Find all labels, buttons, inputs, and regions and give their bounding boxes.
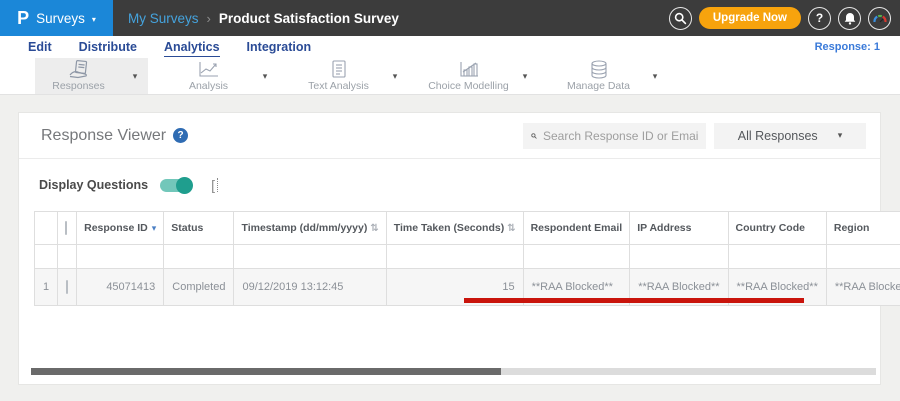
choice-modelling-dropdown-caret[interactable]: ▾: [512, 58, 538, 94]
toolbar-item-analysis[interactable]: Analysis: [165, 58, 252, 94]
sort-both-icon[interactable]: ⇅: [507, 223, 515, 234]
toolbar-item-choice-modelling[interactable]: Choice Modelling: [425, 58, 512, 94]
upgrade-now-button[interactable]: Upgrade Now: [698, 7, 801, 29]
analysis-dropdown-caret[interactable]: ▾: [252, 58, 278, 94]
hand-document-icon: [67, 60, 91, 79]
redaction-highlight-annotation: [464, 298, 804, 303]
toolbar-group-text-analysis: Text Analysis ▾: [295, 58, 408, 94]
tab-edit[interactable]: Edit: [28, 38, 52, 56]
responses-table: Response ID ▾ Status Timestamp (dd/mm/yyy…: [33, 211, 900, 306]
cell-status: Completed: [163, 268, 235, 306]
tab-distribute[interactable]: Distribute: [79, 38, 137, 56]
cell-row-number: 1: [33, 268, 59, 306]
horizontal-scrollbar-track[interactable]: [31, 368, 876, 375]
cell-timestamp: 09/12/2019 13:12:45: [233, 268, 387, 306]
filter-cell[interactable]: [76, 244, 165, 269]
display-questions-label: Display Questions: [39, 178, 149, 192]
header-actions: Upgrade Now ?: [668, 6, 900, 30]
page-title: Response Viewer: [41, 126, 167, 144]
database-icon: [587, 60, 611, 79]
display-questions-toggle[interactable]: [160, 176, 194, 194]
card-header: Response Viewer ? All Responses ▾: [19, 113, 880, 159]
response-search-box[interactable]: [523, 122, 706, 149]
display-questions-row: Display Questions [: [19, 159, 880, 211]
analytics-toolbar: Responses ▾ Analysis ▾ Text Analysis ▾ C…: [0, 58, 900, 95]
filter-cell[interactable]: [727, 244, 827, 269]
help-button[interactable]: ?: [808, 6, 831, 30]
bell-icon: [844, 12, 855, 25]
bar-chart-icon: [457, 60, 481, 79]
response-viewer-card: Response Viewer ? All Responses ▾ Displa…: [18, 112, 900, 385]
questionpro-logo: P: [17, 8, 30, 28]
text-analysis-dropdown-caret[interactable]: ▾: [382, 58, 408, 94]
product-menu-label: Surveys: [36, 10, 85, 26]
header-row-number: [33, 211, 59, 245]
toolbar-item-responses[interactable]: Responses: [35, 58, 122, 94]
table-header-row: Response ID ▾ Status Timestamp (dd/mm/yyy…: [33, 211, 900, 245]
header-respondent-email: Respondent Email: [522, 211, 631, 245]
document-text-icon: [327, 60, 351, 79]
header-ip-address: IP Address: [629, 211, 729, 245]
tab-analytics[interactable]: Analytics: [163, 38, 220, 57]
cell-select: [57, 268, 78, 306]
toolbar-item-manage-data[interactable]: Manage Data: [555, 58, 642, 94]
filter-cell[interactable]: [629, 244, 729, 269]
response-viewer-help-icon[interactable]: ?: [173, 128, 189, 143]
chevron-down-icon: ▾: [91, 14, 96, 24]
gauge-icon: [872, 14, 887, 22]
header-select-all: [57, 211, 78, 245]
table-filter-row: [33, 244, 900, 269]
filter-cell[interactable]: [825, 244, 900, 269]
sort-both-icon[interactable]: ⇅: [370, 223, 378, 234]
search-input[interactable]: [543, 128, 698, 143]
filter-cell[interactable]: [163, 244, 235, 269]
notifications-button[interactable]: [838, 6, 861, 30]
row-checkbox[interactable]: [66, 280, 69, 294]
breadcrumb-my-surveys[interactable]: My Surveys: [128, 11, 199, 26]
responses-dropdown-caret[interactable]: ▾: [122, 58, 148, 94]
toggle-knob: [176, 176, 194, 194]
top-header-bar: P Surveys ▾ My Surveys › Product Satisfa…: [0, 0, 900, 36]
header-timestamp[interactable]: Timestamp (dd/mm/yyyy) ⇅: [233, 211, 387, 245]
filter-cell[interactable]: [522, 244, 631, 269]
response-count-badge: Response: 1: [814, 41, 880, 53]
breadcrumb: My Surveys › Product Satisfaction Survey: [128, 11, 399, 26]
tab-integration[interactable]: Integration: [247, 38, 312, 56]
manage-data-dropdown-caret[interactable]: ▾: [642, 58, 668, 94]
line-chart-icon: [197, 60, 221, 79]
toolbar-group-manage-data: Manage Data ▾: [555, 58, 668, 94]
toolbar-group-analysis: Analysis ▾: [165, 58, 278, 94]
responses-filter-dropdown[interactable]: All Responses ▾: [714, 122, 866, 149]
toolbar-group-choice-modelling: Choice Modelling ▾: [425, 58, 538, 94]
header-time-taken[interactable]: Time Taken (Seconds) ⇅: [385, 211, 524, 245]
cell-region: **RAA Blocked**: [825, 268, 900, 306]
account-avatar[interactable]: [868, 6, 891, 30]
toolbar-item-text-analysis[interactable]: Text Analysis: [295, 58, 382, 94]
header-status: Status: [163, 211, 235, 245]
search-icon: [674, 12, 687, 24]
header-region: Region: [825, 211, 900, 245]
global-search-button[interactable]: [668, 6, 692, 30]
header-country-code: Country Code: [727, 211, 827, 245]
sort-desc-icon[interactable]: ▾: [152, 223, 157, 233]
filter-dropdown-value: All Responses: [737, 128, 818, 143]
chevron-down-icon: ▾: [837, 130, 843, 140]
survey-nav: Edit Distribute Analytics Integration Re…: [0, 36, 900, 58]
horizontal-scrollbar-thumb[interactable]: [31, 368, 501, 375]
search-icon: [531, 132, 537, 139]
surveys-product-menu[interactable]: P Surveys ▾: [0, 0, 113, 36]
filter-cell[interactable]: [233, 244, 387, 269]
breadcrumb-survey-title: Product Satisfaction Survey: [218, 10, 399, 26]
freeze-columns-icon[interactable]: [: [211, 178, 218, 192]
cell-response-id[interactable]: 45071413: [76, 268, 165, 306]
breadcrumb-separator-icon: ›: [206, 10, 211, 26]
toolbar-group-responses: Responses ▾: [35, 58, 148, 94]
header-response-id[interactable]: Response ID ▾: [76, 211, 165, 245]
filter-cell[interactable]: [385, 244, 524, 269]
select-all-checkbox[interactable]: [65, 221, 68, 235]
